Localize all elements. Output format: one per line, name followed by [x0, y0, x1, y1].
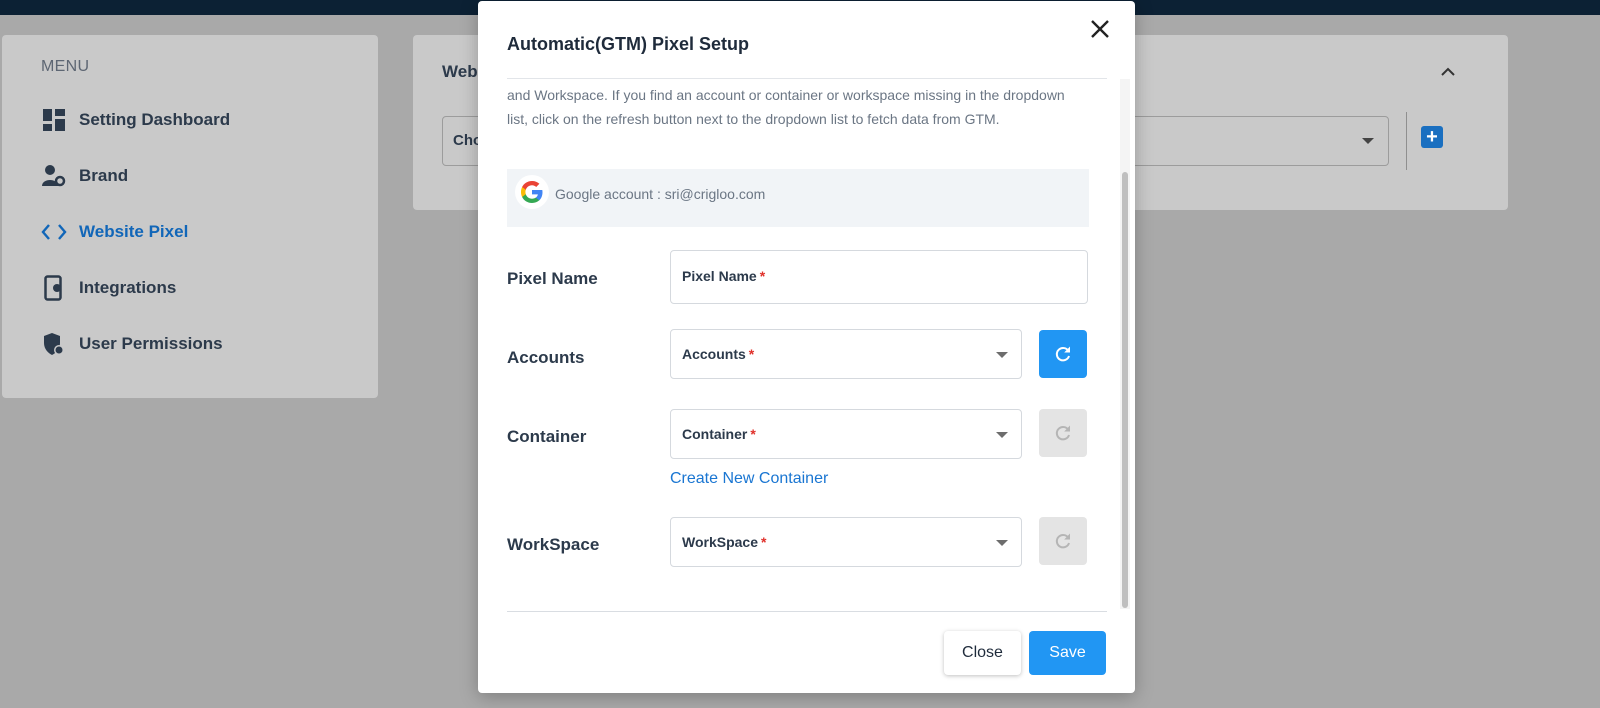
device-gear-icon: [41, 275, 67, 301]
save-button[interactable]: Save: [1029, 631, 1106, 675]
sidebar-item-label: Setting Dashboard: [79, 110, 231, 129]
required-asterisk: *: [750, 426, 756, 442]
code-icon: [41, 219, 67, 245]
container-label: Container: [507, 427, 587, 446]
refresh-icon: [1055, 533, 1070, 549]
dashboard-icon: [41, 107, 67, 133]
workspace-select[interactable]: WorkSpace *: [670, 517, 1022, 567]
close-icon[interactable]: [1086, 15, 1114, 43]
add-pixel-button[interactable]: +: [1421, 126, 1443, 148]
container-placeholder: Container: [682, 426, 748, 442]
sidebar-item-integrations[interactable]: Integrations: [41, 273, 176, 303]
refresh-icon: [1055, 346, 1070, 362]
caret-down-icon: [996, 540, 1008, 546]
accounts-select[interactable]: Accounts *: [670, 329, 1022, 379]
workspace-placeholder: WorkSpace: [682, 534, 758, 550]
chevron-up-icon[interactable]: [1438, 62, 1458, 82]
refresh-workspace-button[interactable]: [1039, 517, 1087, 565]
pixel-name-input[interactable]: Pixel Name *: [670, 250, 1088, 304]
container-select[interactable]: Container *: [670, 409, 1022, 459]
pixel-name-label: Pixel Name: [507, 269, 598, 288]
caret-down-icon: [996, 352, 1008, 358]
refresh-accounts-button[interactable]: [1039, 330, 1087, 378]
user-gear-icon: [41, 163, 67, 189]
google-account-box: Google account : sri@crigloo.com: [507, 169, 1089, 227]
footer-divider: [507, 611, 1107, 612]
refresh-icon: [1055, 425, 1070, 441]
accounts-placeholder: Accounts: [682, 346, 746, 362]
sidebar-item-website-pixel[interactable]: Website Pixel: [41, 217, 188, 247]
sidebar-item-brand[interactable]: Brand: [41, 161, 128, 191]
menu-heading: MENU: [41, 58, 90, 75]
sidebar-item-label: Integrations: [79, 278, 177, 297]
sidebar-item-user-permissions[interactable]: User Permissions: [41, 329, 223, 359]
sidebar-menu: MENU Setting Dashboard Brand Website Pix…: [2, 35, 378, 398]
required-asterisk: *: [759, 268, 766, 284]
pixel-name-placeholder: Pixel Name: [682, 268, 757, 284]
sidebar-item-label: User Permissions: [79, 334, 223, 353]
google-logo-icon: [515, 175, 549, 209]
accounts-label: Accounts: [507, 348, 585, 367]
required-asterisk: *: [761, 534, 767, 550]
sidebar-item-setting-dashboard[interactable]: Setting Dashboard: [41, 105, 230, 135]
caret-down-icon: [1362, 138, 1374, 144]
modal-title: Automatic(GTM) Pixel Setup: [507, 34, 750, 54]
panel-title: Web: [442, 62, 478, 81]
modal-description: and Workspace. If you find an account or…: [507, 87, 1065, 127]
gtm-pixel-setup-modal: Automatic(GTM) Pixel Setup and Workspace…: [478, 1, 1135, 693]
title-divider: [507, 78, 1107, 79]
sidebar-item-label: Brand: [79, 166, 129, 185]
create-new-container-link[interactable]: Create New Container: [670, 470, 828, 488]
refresh-container-button[interactable]: [1039, 409, 1087, 457]
required-asterisk: *: [748, 346, 755, 362]
caret-down-icon: [996, 432, 1008, 438]
close-button[interactable]: Close: [944, 631, 1021, 675]
google-account-text: Google account : sri@crigloo.com: [555, 186, 766, 202]
scrollbar-thumb[interactable]: [1122, 172, 1128, 608]
divider: [1406, 112, 1407, 170]
sidebar-item-label: Website Pixel: [79, 222, 189, 241]
workspace-label: WorkSpace: [507, 535, 600, 554]
shield-user-icon: [41, 331, 67, 357]
